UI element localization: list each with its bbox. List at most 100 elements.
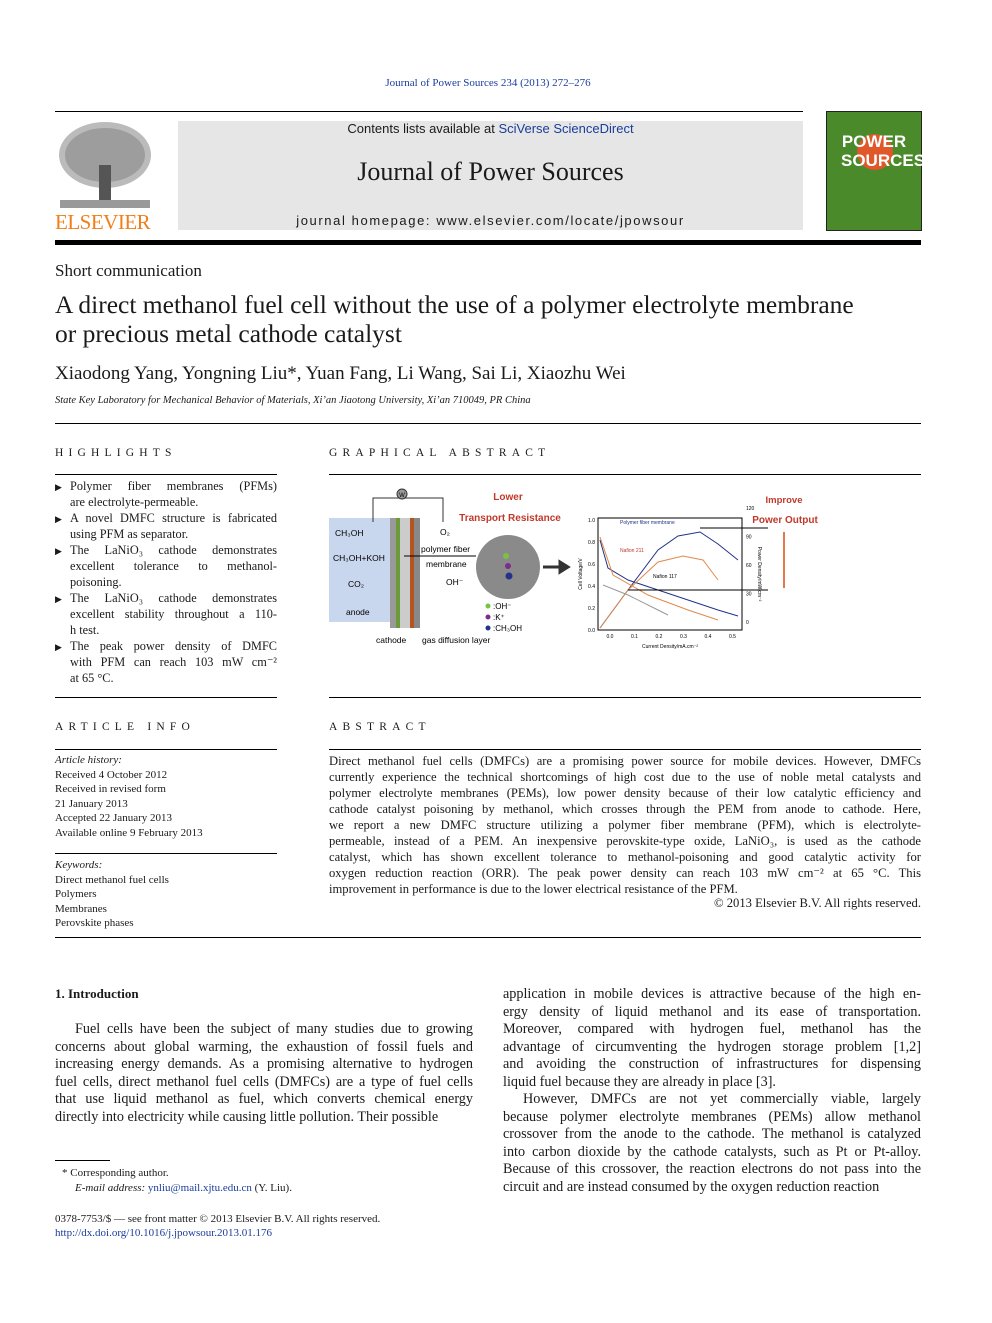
text-line: excellent tolerance to methanol- (70, 559, 277, 573)
y2-tick-label: 90 (746, 535, 752, 541)
bullet-icon: ▶ (55, 514, 62, 524)
article-history: Article history: Received 4 October 2012… (55, 753, 203, 840)
text-line: increasing energy demands. As a promisin… (55, 1056, 473, 1072)
text-line: ergy density of liquid methanol and its … (503, 1003, 921, 1020)
text-line: The LaNiO₃ cathode demonstrates (70, 543, 277, 557)
section-heading: 1. Introduction (55, 986, 139, 1001)
sciencedirect-link[interactable]: SciVerse ScienceDirect (498, 121, 633, 136)
article-info-heading: ARTICLE INFO (55, 721, 195, 733)
series-nafion211-power (599, 555, 719, 629)
y-tick-label: 0.6 (588, 562, 595, 568)
cover-title: POWER SOURCES (841, 132, 926, 170)
highlight-item: ▶ The LaNiO₃ cathode demonstrates excellen… (55, 542, 277, 590)
highlights-heading: HIGHLIGHTS (55, 447, 177, 459)
x-tick-label: 0.2 (656, 634, 663, 640)
author-list: Xiaodong Yang, Yongning Liu*, Yuan Fang,… (55, 363, 626, 384)
title-line: or precious metal cathode catalyst (55, 319, 402, 348)
text-line: liquid fuel because they are already in … (503, 1073, 776, 1090)
title-line: A direct methanol fuel cell without the … (55, 290, 854, 319)
highlight-item: ▶ Polymer fiber membranes (PFMs) are elect… (55, 478, 277, 510)
x-axis-label: Current Density/mA.cm⁻² (642, 644, 698, 650)
bullet-icon: ▶ (55, 594, 62, 604)
text-line: permeable, instead of a PEM. An inexpens… (329, 834, 921, 848)
issn-line: 0378-7753/$ — see front matter © 2013 El… (55, 1213, 381, 1225)
bullet-icon: ▶ (55, 482, 62, 492)
elsevier-logo: ELSEVIER (55, 120, 155, 234)
anode-plate (390, 518, 396, 628)
y-tick-label: 1.0 (588, 518, 595, 524)
divider (55, 423, 921, 424)
y-tick-label: 0.4 (588, 584, 595, 590)
footnote-rule (55, 1160, 110, 1161)
text-line: The peak power density of DMFC (70, 639, 277, 653)
history-item: Received in revised form (55, 783, 166, 795)
keywords-label: Keywords: (55, 859, 103, 871)
text-line: Because of this crossover, the reaction … (503, 1161, 921, 1177)
x-tick-label: 0.1 (631, 634, 638, 640)
text-line: and avoiding the construction of infrast… (503, 1056, 921, 1072)
corresponding-author: * Corresponding author. (62, 1167, 169, 1179)
legend-k: :K⁺ (493, 613, 505, 622)
label-transport-resistance: Transport Resistance (459, 513, 561, 524)
y2-tick-label: 60 (746, 563, 752, 569)
text-line: catalyst, which has shown excellent tole… (329, 850, 921, 864)
x-tick-label: 0.4 (705, 634, 712, 640)
elsevier-wordmark: ELSEVIER (55, 210, 151, 234)
text-line: The LaNiO₃ cathode demonstrates (70, 591, 277, 605)
text-line: are electrolyte-permeable. (70, 495, 199, 509)
highlight-item: ▶ The LaNiO₃ cathode demonstrates excellen… (55, 590, 277, 638)
article-title: A direct methanol fuel cell without the … (55, 290, 854, 348)
text-line: improvement in performance is due to the… (329, 882, 738, 896)
y2-tick-label: 30 (746, 592, 752, 598)
divider (329, 697, 921, 698)
divider (55, 937, 921, 938)
label-gdl: gas diffusion layer (422, 635, 491, 645)
doi-link[interactable]: http://dx.doi.org/10.1016/j.jpowsour.201… (55, 1226, 272, 1241)
series-label-nafion211: Nafion 211 (620, 548, 644, 554)
article-page: Journal of Power Sources 234 (2013) 272–… (0, 0, 992, 1323)
email-link[interactable]: ynliu@mail.xjtu.edu.cn (148, 1182, 252, 1194)
history-label: Article history: (55, 754, 122, 766)
series-label-pfm: Polymer fiber membrane (620, 520, 675, 526)
contents-line: Contents lists available at SciVerse Sci… (178, 121, 803, 136)
journal-homepage[interactable]: journal homepage: www.elsevier.com/locat… (178, 213, 803, 228)
text-line: because polymer electrolyte membranes (P… (503, 1108, 921, 1125)
abstract-text: Direct methanol fuel cells (DMFCs) are a… (329, 753, 921, 897)
label-pfm: polymer fiber (421, 544, 470, 554)
legend-ch3oh-marker (485, 625, 491, 631)
label-o2: O₂ (440, 527, 450, 537)
journal-citation-link[interactable]: Journal of Power Sources 234 (2013) 272–… (0, 77, 976, 89)
y2-axis-label: Power Density/mW.cm⁻² (756, 547, 762, 602)
label-power-output: Power Output (752, 515, 818, 526)
history-item: Received 4 October 2012 (55, 768, 168, 781)
text-line: circuit and are instead consumed by the … (503, 1178, 880, 1195)
header-thick-rule (55, 240, 921, 245)
text-line: at 65 °C. (70, 671, 114, 685)
divider (55, 853, 277, 854)
email-label: E-mail address: (75, 1182, 148, 1194)
k-ion (505, 563, 511, 569)
email-line: E-mail address: ynliu@mail.xjtu.edu.cn (… (75, 1181, 292, 1196)
text-line: with PFM can reach 103 mW cm⁻² (70, 655, 277, 669)
history-item: 21 January 2013 (55, 797, 128, 810)
methanol-molecule (505, 572, 513, 580)
history-item: Accepted 22 January 2013 (55, 812, 172, 824)
x-tick-label: 0.5 (729, 634, 736, 640)
abstract-heading: ABSTRACT (329, 721, 431, 733)
label-ch3oh: CH₃OH (335, 528, 364, 538)
text-line: currently experience the technical short… (329, 770, 921, 784)
label-oh: OH⁻ (446, 577, 464, 587)
y-tick-label: 0.2 (588, 606, 595, 612)
text-line: However, DMFCs are not yet commercially … (523, 1091, 921, 1107)
intro-left-column: Fuel cells have been the subject of many… (55, 1021, 473, 1126)
text-line: fuel cells, direct methanol fuel cells (… (55, 1073, 473, 1090)
legend-ch3oh: :CH₃OH (493, 624, 522, 633)
text-line: we report a new DMFC structure utilizing… (329, 818, 921, 832)
divider (329, 749, 921, 750)
article-type: Short communication (55, 261, 202, 280)
fiber-membrane (400, 518, 410, 628)
divider (329, 474, 921, 475)
journal-title: Journal of Power Sources (357, 157, 624, 186)
keywords: Keywords: Direct methanol fuel cells Pol… (55, 858, 169, 931)
arrow-icon (543, 559, 571, 575)
